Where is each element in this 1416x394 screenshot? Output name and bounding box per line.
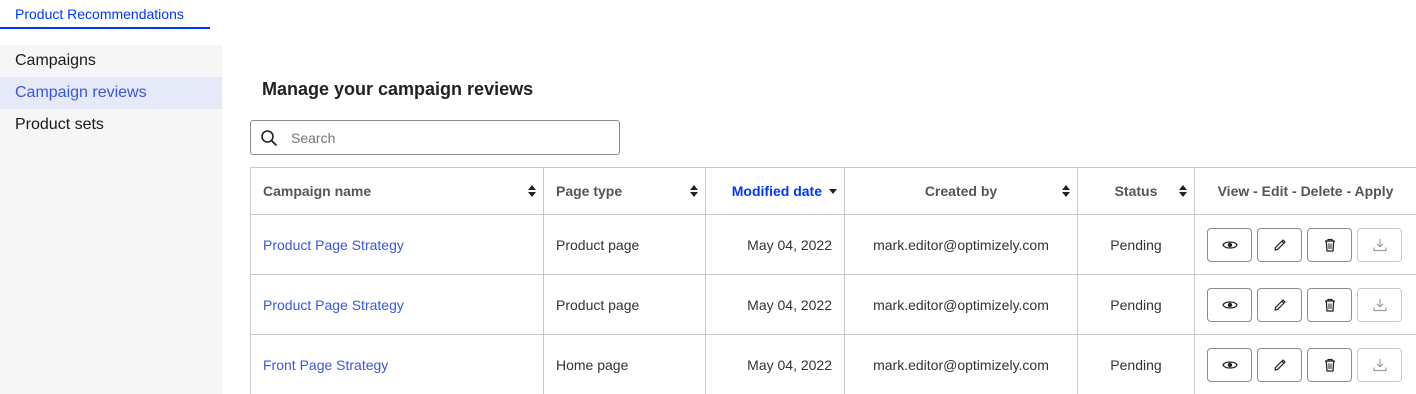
trash-icon (1324, 358, 1335, 372)
trash-icon (1324, 238, 1335, 252)
sort-icon (1179, 185, 1187, 197)
search-input[interactable] (291, 127, 611, 149)
sidebar: Campaigns Campaign reviews Product sets (0, 45, 222, 394)
view-button[interactable] (1207, 347, 1252, 382)
cell-created-by: mark.editor@optimizely.com (844, 334, 1078, 394)
sidebar-item-product-sets[interactable]: Product sets (0, 109, 222, 141)
column-header-label: Modified date (731, 183, 822, 199)
cell-campaign-name: Product Page Strategy (250, 214, 544, 275)
campaign-link[interactable]: Product Page Strategy (263, 297, 404, 313)
column-header-label: Status (1114, 183, 1158, 199)
cell-campaign-name: Front Page Strategy (250, 334, 544, 394)
trash-icon (1324, 298, 1335, 312)
eye-icon (1221, 300, 1238, 309)
column-header-label: View - Edit - Delete - Apply (1217, 183, 1394, 199)
cell-campaign-name: Product Page Strategy (250, 274, 544, 335)
column-header-actions: View - Edit - Delete - Apply (1194, 167, 1416, 215)
pencil-icon (1273, 358, 1286, 371)
page-title: Manage your campaign reviews (262, 79, 534, 99)
cell-status: Pending (1077, 214, 1195, 275)
cell-modified-date: May 04, 2022 (705, 334, 845, 394)
cell-created-by: mark.editor@optimizely.com (844, 214, 1078, 275)
delete-button[interactable] (1307, 347, 1352, 382)
apply-button[interactable] (1357, 287, 1402, 322)
column-header-label: Created by (924, 183, 998, 199)
column-header-created-by[interactable]: Created by (844, 167, 1078, 215)
column-header-status[interactable]: Status (1077, 167, 1195, 215)
download-icon (1372, 238, 1387, 251)
cell-page-type: Product page (543, 214, 706, 275)
sort-icon (690, 185, 698, 197)
table-row: Product Page Strategy Product page May 0… (250, 274, 1416, 335)
column-header-campaign-name[interactable]: Campaign name (250, 167, 544, 215)
table-row: Front Page Strategy Home page May 04, 20… (250, 334, 1416, 394)
search-icon (261, 130, 277, 146)
apply-button[interactable] (1357, 227, 1402, 262)
sidebar-item-campaigns[interactable]: Campaigns (0, 45, 222, 77)
download-icon (1372, 358, 1387, 371)
cell-modified-date: May 04, 2022 (705, 214, 845, 275)
edit-button[interactable] (1257, 227, 1302, 262)
eye-icon (1221, 240, 1238, 249)
column-header-label: Campaign name (263, 183, 372, 199)
column-header-label: Page type (556, 183, 623, 199)
delete-button[interactable] (1307, 227, 1352, 262)
pencil-icon (1273, 238, 1286, 251)
cell-actions (1194, 274, 1416, 335)
eye-icon (1221, 360, 1238, 369)
cell-page-type: Product page (543, 274, 706, 335)
campaign-link[interactable]: Front Page Strategy (263, 357, 388, 373)
cell-page-type: Home page (543, 334, 706, 394)
cell-status: Pending (1077, 334, 1195, 394)
table-row: Product Page Strategy Product page May 0… (250, 214, 1416, 275)
search-box (250, 120, 620, 155)
pencil-icon (1273, 298, 1286, 311)
sidebar-item-campaign-reviews[interactable]: Campaign reviews (0, 77, 222, 109)
sort-descending-icon (829, 189, 837, 194)
column-header-page-type[interactable]: Page type (543, 167, 706, 215)
apply-button[interactable] (1357, 347, 1402, 382)
campaign-reviews-table: Campaign name Page type Modified date Cr… (250, 167, 1416, 394)
cell-status: Pending (1077, 274, 1195, 335)
view-button[interactable] (1207, 287, 1252, 322)
sort-icon (1062, 185, 1070, 197)
cell-actions (1194, 334, 1416, 394)
edit-button[interactable] (1257, 287, 1302, 322)
cell-created-by: mark.editor@optimizely.com (844, 274, 1078, 335)
table-header-row: Campaign name Page type Modified date Cr… (250, 167, 1416, 215)
delete-button[interactable] (1307, 287, 1352, 322)
tab-label: Product Recommendations (15, 6, 184, 22)
campaign-link[interactable]: Product Page Strategy (263, 237, 404, 253)
cell-actions (1194, 214, 1416, 275)
cell-modified-date: May 04, 2022 (705, 274, 845, 335)
view-button[interactable] (1207, 227, 1252, 262)
sort-icon (528, 185, 536, 197)
column-header-modified-date[interactable]: Modified date (705, 167, 845, 215)
edit-button[interactable] (1257, 347, 1302, 382)
tab-product-recommendations[interactable]: Product Recommendations (0, 0, 210, 29)
download-icon (1372, 298, 1387, 311)
